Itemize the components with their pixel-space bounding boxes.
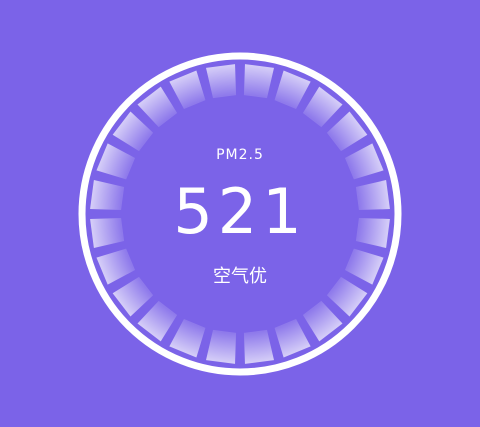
gauge-segment bbox=[274, 70, 311, 110]
gauge-segment bbox=[206, 64, 237, 99]
gauge-segment bbox=[243, 64, 274, 99]
gauge-segment bbox=[274, 318, 311, 358]
air-quality-label: 空气优 bbox=[213, 266, 267, 287]
gauge-segment bbox=[206, 329, 237, 364]
gauge-segment bbox=[243, 329, 274, 364]
gauge-segment bbox=[169, 318, 206, 358]
metric-label: PM2.5 bbox=[216, 147, 264, 163]
metric-value: 521 bbox=[173, 175, 307, 248]
gauge-segment bbox=[169, 70, 206, 110]
